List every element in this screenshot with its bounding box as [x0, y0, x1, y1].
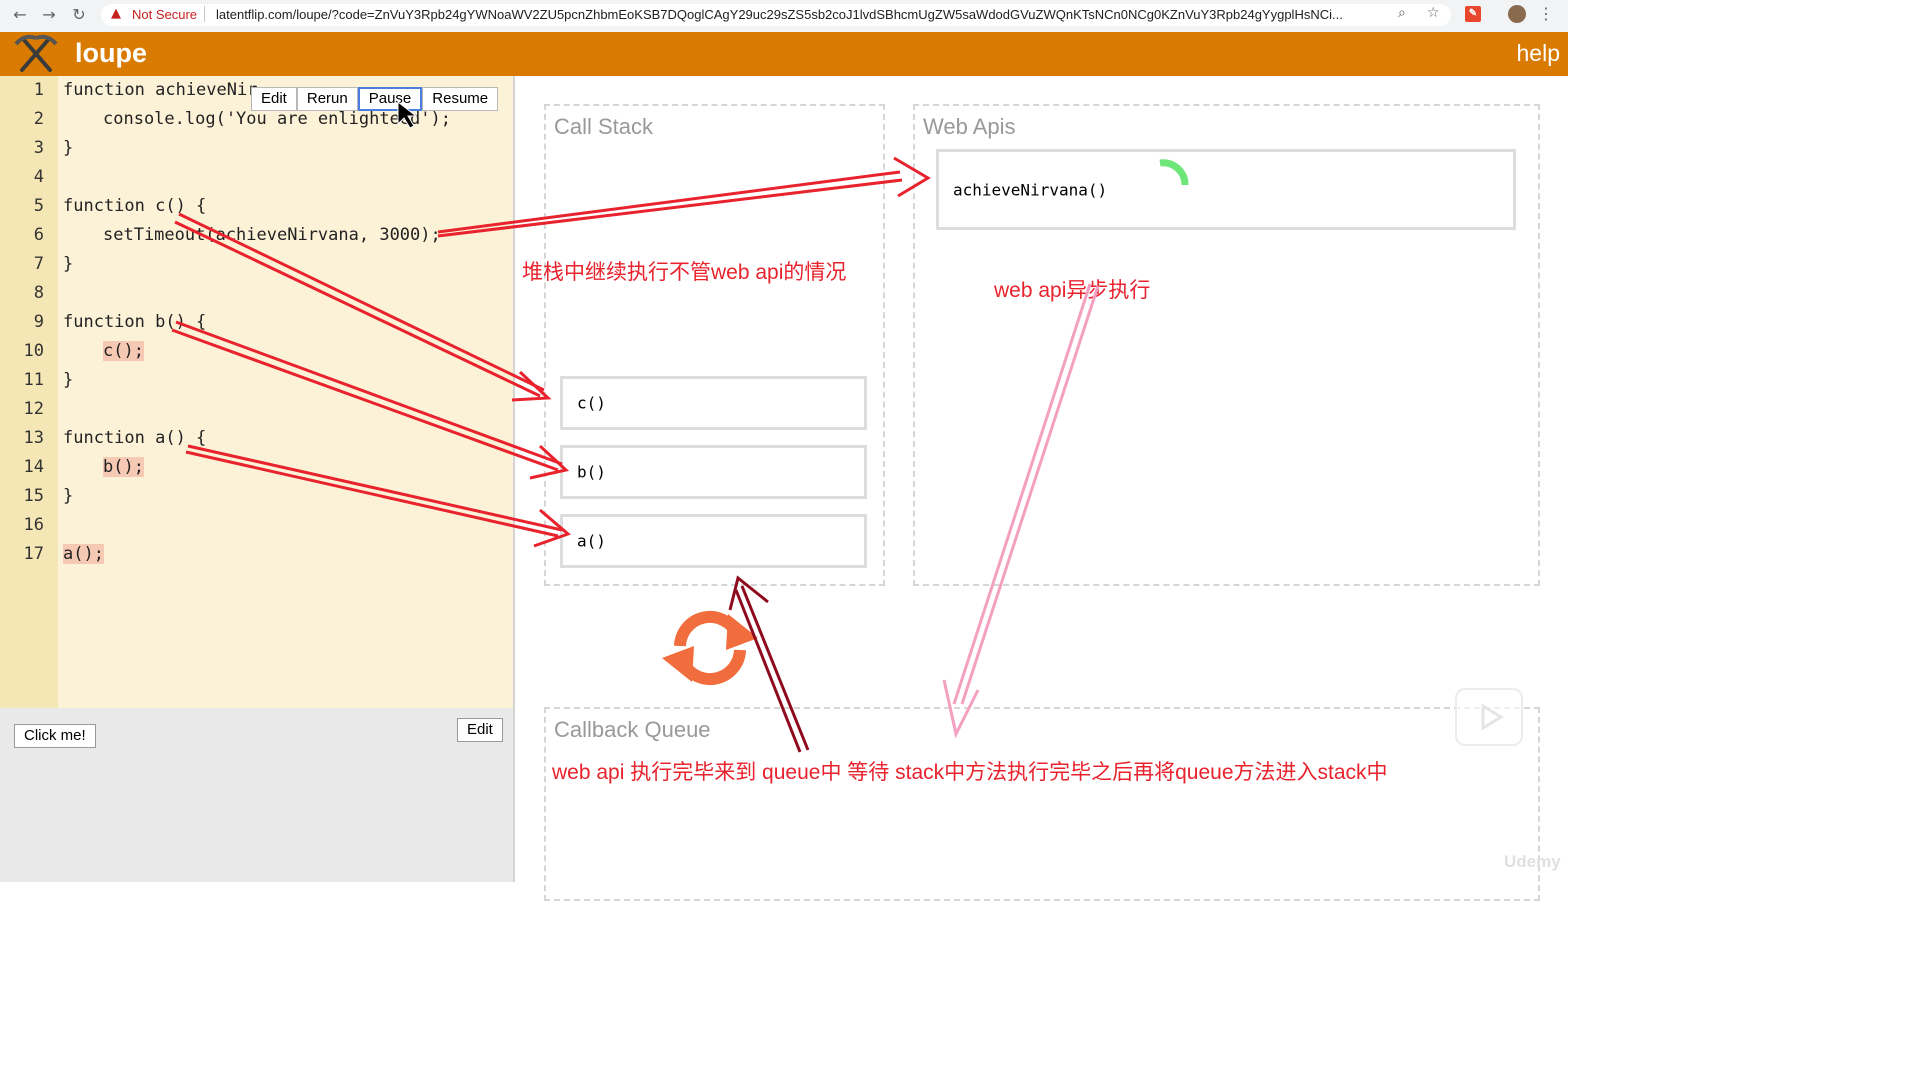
line-number: 2 — [33, 109, 44, 129]
code-line: a(); — [63, 544, 104, 564]
code-text: function c() { — [63, 196, 207, 216]
code-line: } — [63, 254, 73, 274]
edit-button[interactable]: Edit — [251, 87, 297, 111]
stack-annotation: 堆栈中继续执行不管web api的情况 — [522, 261, 847, 284]
code-line: function c() { — [63, 196, 206, 216]
reload-icon[interactable]: ↻ — [68, 4, 90, 26]
browser-toolbar: ← → ↻ ▲ Not Secure latentflip.com/loupe/… — [0, 0, 1568, 33]
code-text: ed'); — [399, 109, 451, 129]
forward-arrow-icon[interactable]: → — [38, 4, 60, 26]
code-text: function a() { — [63, 428, 207, 448]
line-number: 9 — [33, 312, 44, 332]
timer-progress-icon — [1159, 159, 1189, 186]
line-number: 5 — [33, 196, 44, 216]
code-line: c(); — [103, 341, 144, 361]
code-line: } — [63, 486, 73, 506]
pickaxe-logo-icon — [14, 34, 58, 72]
code-line: console.log('You are enlighteed'); — [103, 109, 451, 129]
stack-frame: b() — [560, 445, 867, 499]
back-arrow-icon[interactable]: ← — [9, 4, 31, 26]
rerun-button[interactable]: Rerun — [296, 87, 358, 111]
code-editor[interactable]: 1 2 3 4 5 6 7 8 9 10 11 12 13 14 15 16 17 function achie… — [0, 76, 514, 708]
stack-frame-label: a() — [577, 531, 606, 551]
play-video-icon[interactable] — [1455, 688, 1523, 746]
code-text: c(); — [103, 341, 144, 361]
line-number: 14 — [23, 457, 44, 477]
code-text: } — [63, 138, 74, 158]
line-number: 6 — [33, 225, 44, 245]
line-number: 11 — [23, 370, 44, 390]
call-stack-title: Call Stack — [554, 114, 654, 139]
code-text: a(); — [63, 544, 104, 564]
code-text: } — [63, 486, 74, 506]
warning-icon: ▲ — [111, 6, 121, 21]
stack-frame: a() — [560, 514, 867, 568]
line-number: 10 — [23, 341, 44, 361]
resume-button[interactable]: Resume — [422, 87, 499, 111]
line-number: 17 — [23, 544, 44, 564]
web-apis-title: Web Apis — [923, 114, 1016, 139]
zoom-icon[interactable]: ⌕ — [1398, 5, 1406, 21]
profile-avatar[interactable] — [1508, 5, 1526, 23]
code-line: } — [63, 138, 73, 158]
line-number: 13 — [23, 428, 44, 448]
html-edit-button[interactable]: Edit — [457, 718, 503, 742]
code-line: function b() { — [63, 312, 206, 332]
url-text[interactable]: latentflip.com/loupe/?code=ZnVuY3Rpb24gY… — [216, 7, 1376, 22]
line-number: 3 — [33, 138, 44, 158]
editor-toolbar: Edit Rerun Pause Resume — [251, 87, 499, 111]
click-me-button[interactable]: Click me! — [14, 724, 96, 748]
code-text: setTimeout(achieveNirvana, 3000); — [103, 225, 441, 245]
line-number: 8 — [33, 283, 44, 303]
code-text: function b() { — [63, 312, 207, 332]
code-line: setTimeout(achieveNirvana, 3000); — [103, 225, 441, 245]
browser-menu-icon[interactable]: ⋮ — [1538, 4, 1554, 23]
code-line: } — [63, 370, 73, 390]
line-number: 7 — [33, 254, 44, 274]
line-number: 4 — [33, 167, 44, 187]
extension-icon[interactable]: ✎ — [1465, 6, 1481, 22]
pane-divider[interactable] — [513, 76, 515, 882]
webapi-annotation: web api异步执行 — [994, 279, 1151, 302]
callback-queue-panel: Callback Queue — [544, 707, 1540, 901]
code-text: function achieveNir — [63, 80, 258, 100]
code-line: b(); — [103, 457, 144, 477]
line-number: 16 — [23, 515, 44, 535]
url-divider — [204, 6, 205, 22]
code-text: console.log('You are enlighte — [103, 109, 400, 129]
code-text: b(); — [103, 457, 144, 477]
bookmark-star-icon[interactable]: ☆ — [1427, 5, 1440, 21]
udemy-watermark: Udemy — [1504, 852, 1561, 871]
queue-annotation: web api 执行完毕来到 queue中 等待 stack中方法执行完毕之后再… — [552, 761, 1388, 784]
callback-queue-title: Callback Queue — [554, 717, 711, 742]
stack-frame: c() — [560, 376, 867, 430]
code-text: } — [63, 254, 74, 274]
line-number: 12 — [23, 399, 44, 419]
line-number: 15 — [23, 486, 44, 506]
stack-frame-label: c() — [577, 393, 606, 413]
code-text: } — [63, 370, 74, 390]
help-link[interactable]: help — [1517, 40, 1560, 67]
app-title: loupe — [75, 38, 147, 68]
event-loop-icon — [662, 610, 758, 686]
stack-frame-label: b() — [577, 462, 606, 482]
line-number-gutter: 1 2 3 4 5 6 7 8 9 10 11 12 13 14 15 16 17 — [0, 76, 58, 708]
web-api-item: achieveNirvana() — [936, 149, 1516, 230]
pause-button[interactable]: Pause — [357, 87, 423, 111]
address-bar[interactable]: ▲ Not Secure latentflip.com/loupe/?code=… — [101, 4, 1451, 26]
security-label[interactable]: Not Secure — [132, 7, 197, 22]
code-line: function achieveNir — [63, 80, 257, 100]
web-api-item-label: achieveNirvana() — [953, 180, 1108, 199]
app-header: loupe help — [0, 32, 1568, 76]
html-preview-panel: Click me! Edit — [0, 708, 514, 882]
line-number: 1 — [33, 80, 44, 100]
code-line: function a() { — [63, 428, 206, 448]
